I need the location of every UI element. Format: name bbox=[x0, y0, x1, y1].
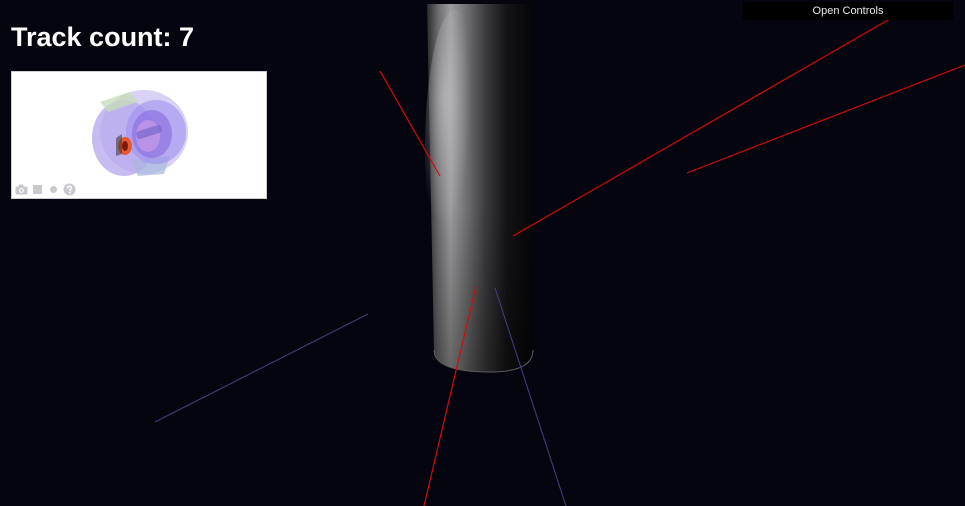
camera-icon[interactable] bbox=[15, 183, 28, 196]
detector-cylinder bbox=[425, 4, 534, 373]
overview-thumbnail[interactable] bbox=[11, 71, 267, 199]
stop-icon[interactable] bbox=[31, 183, 44, 196]
overview-scene bbox=[12, 72, 266, 198]
controls-panel: Open Controls bbox=[743, 2, 953, 20]
record-icon[interactable] bbox=[47, 183, 60, 196]
thumbnail-toolbar bbox=[15, 182, 76, 196]
open-controls-button[interactable]: Open Controls bbox=[743, 2, 953, 20]
help-icon[interactable] bbox=[63, 183, 76, 196]
event-display-viewport[interactable]: Track count: 7 Open Controls bbox=[0, 0, 965, 506]
track-count-label: Track count: 7 bbox=[11, 22, 195, 52]
